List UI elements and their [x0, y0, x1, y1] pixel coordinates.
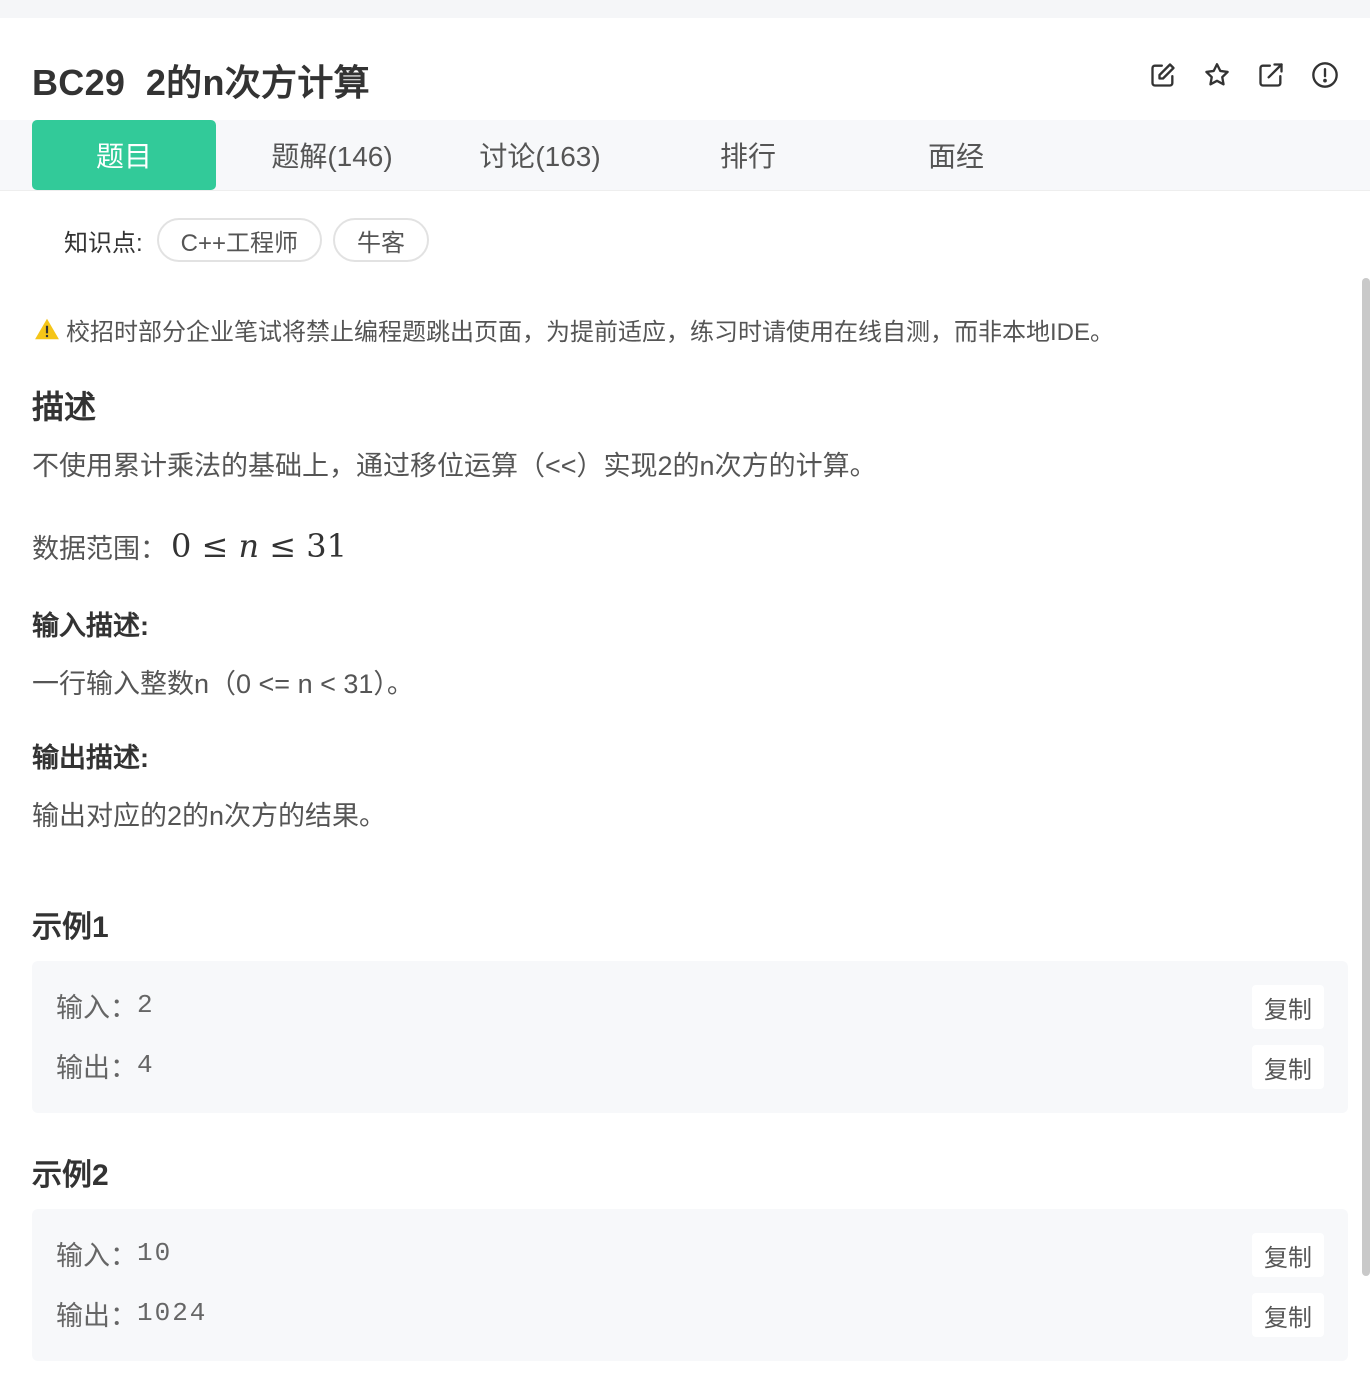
knowledge-points: 知识点: C++工程师 牛客	[64, 218, 440, 262]
example-2-input-label: 输入：	[56, 1240, 137, 1271]
external-link-icon[interactable]	[1254, 58, 1288, 92]
example-1-output-row: 输出： 4	[56, 1045, 155, 1085]
example-2-box: 输入： 10 复制 输出： 1024 复制	[32, 1209, 1348, 1361]
tab-solutions[interactable]: 题解(146)	[240, 120, 424, 190]
edit-icon[interactable]	[1146, 58, 1180, 92]
range-var: n	[238, 527, 260, 565]
tab-interview[interactable]: 面经	[864, 120, 1048, 190]
title-bar: BC29 2的n次方计算	[0, 18, 1370, 120]
example-1-input-row: 输入： 2	[56, 985, 155, 1025]
example-2-input-value: 10	[137, 1238, 173, 1268]
range-high: 31	[306, 527, 347, 565]
range-le-1: ≤	[201, 527, 229, 565]
example-2-title: 示例2	[32, 1159, 109, 1192]
tag-cpp-engineer[interactable]: C++工程师	[156, 218, 323, 262]
example-2-input-row: 输入： 10	[56, 1233, 172, 1273]
copy-button-example-1-output[interactable]: 复制	[1252, 1045, 1324, 1089]
copy-button-example-2-input[interactable]: 复制	[1252, 1233, 1324, 1277]
top-strip	[0, 0, 1370, 18]
warning-icon	[35, 318, 59, 340]
copy-button-example-1-input[interactable]: 复制	[1252, 985, 1324, 1029]
page-title: BC29 2的n次方计算	[32, 62, 370, 103]
example-2-output-row: 输出： 1024	[56, 1293, 207, 1333]
example-2-output-value: 1024	[137, 1298, 208, 1328]
example-1-title: 示例1	[32, 911, 109, 944]
star-icon[interactable]	[1200, 58, 1234, 92]
input-desc-heading: 输入描述:	[32, 611, 149, 641]
tab-ranking[interactable]: 排行	[656, 120, 840, 190]
example-1-input-label: 输入：	[56, 992, 137, 1023]
description-text: 不使用累计乘法的基础上，通过移位运算（<<）实现2的n次方的计算。	[32, 451, 877, 481]
description-heading: 描述	[32, 389, 97, 425]
tab-discussion[interactable]: 讨论(163)	[448, 120, 632, 190]
report-icon[interactable]	[1308, 58, 1342, 92]
example-2-output-label: 输出：	[56, 1300, 137, 1331]
tab-problem[interactable]: 题目	[32, 120, 216, 190]
example-1-box: 输入： 2 复制 输出： 4 复制	[32, 961, 1348, 1113]
range-low: 0	[171, 527, 192, 565]
range-formula: 0 ≤ n ≤ 31	[171, 527, 347, 565]
knowledge-label: 知识点:	[64, 229, 143, 257]
example-1-input-value: 2	[137, 990, 155, 1020]
output-desc-text: 输出对应的2的n次方的结果。	[32, 801, 387, 831]
data-range: 数据范围： 0 ≤ n ≤ 31	[32, 526, 347, 566]
example-1-output-label: 输出：	[56, 1052, 137, 1083]
tag-nowcoder[interactable]: 牛客	[333, 218, 430, 262]
example-1-output-value: 4	[137, 1050, 155, 1080]
tab-bar: 题目 题解(146) 讨论(163) 排行 面经	[0, 120, 1370, 191]
range-le-2: ≤	[269, 527, 297, 565]
output-desc-heading: 输出描述:	[32, 743, 149, 773]
input-desc-text: 一行输入整数n（0 <= n < 31）。	[32, 669, 414, 699]
range-label: 数据范围：	[32, 533, 167, 564]
notice-text: 校招时部分企业笔试将禁止编程题跳出页面，为提前适应，练习时请使用在线自测，而非本…	[66, 318, 1115, 346]
copy-button-example-2-output[interactable]: 复制	[1252, 1293, 1324, 1337]
scrollbar[interactable]	[1362, 278, 1370, 1276]
notice-banner: 校招时部分企业笔试将禁止编程题跳出页面，为提前适应，练习时请使用在线自测，而非本…	[34, 313, 1115, 346]
